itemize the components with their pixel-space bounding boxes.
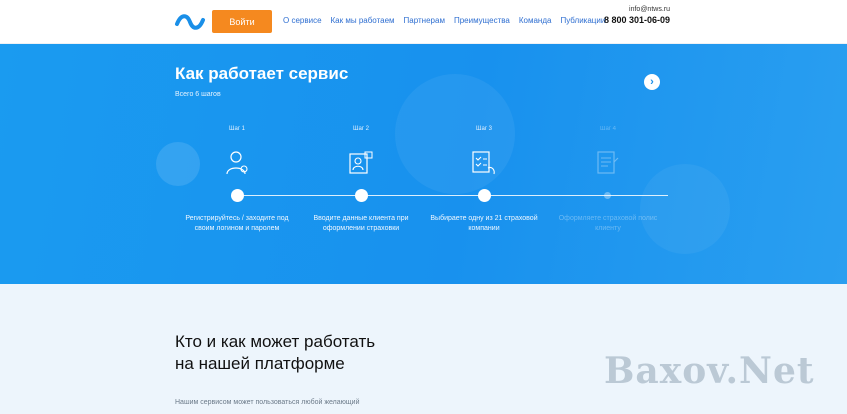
contact-block: info@ntws.ru 8 800 301-06-09 [602, 6, 670, 25]
section-subtitle: Всего 6 шагов [175, 91, 221, 98]
section-description: Нашим сервисом может пользоваться любой … [175, 399, 360, 406]
nav-item-team[interactable]: Команда [519, 16, 552, 25]
step-4-label: Шаг 4 [599, 126, 617, 132]
section-heading: Кто и как может работать на нашей платфо… [175, 331, 375, 375]
step-2-text: Вводите данные клиента при оформлении ст… [313, 215, 409, 232]
heading-line-2: на нашей платформе [175, 354, 345, 373]
nav-item-advantages[interactable]: Преимущества [454, 16, 510, 25]
section-title: Как работает сервис [175, 64, 349, 83]
nav-item-about[interactable]: О сервисе [283, 16, 322, 25]
step-1-label: Шаг 1 [228, 126, 246, 132]
user-icon [226, 151, 248, 175]
heading-line-1: Кто и как может работать [175, 332, 376, 351]
login-button[interactable]: Войти [212, 10, 272, 33]
step-3-dot[interactable] [478, 189, 491, 202]
next-arrow-button[interactable]: › [644, 74, 660, 90]
document-icon [597, 151, 619, 174]
step-3-label: Шаг 3 [475, 126, 493, 132]
step-4-text: Оформляете страховой полис клиенту [558, 215, 658, 232]
checklist-icon [472, 151, 495, 175]
nav-item-how-we-work[interactable]: Как мы работаем [331, 16, 395, 25]
step-2-label: Шаг 2 [352, 126, 370, 132]
step-1-text: Регистрируйтесь / заходите под своим лог… [185, 215, 289, 232]
watermark: Baxov.Net [604, 350, 815, 392]
step-1-dot[interactable] [231, 189, 244, 202]
nav-item-publications[interactable]: Публикации [560, 16, 605, 25]
main-nav: О сервисе Как мы работаем Партнерам Преи… [283, 16, 614, 25]
logo-icon[interactable] [174, 10, 206, 34]
email-link[interactable]: info@ntws.ru [602, 6, 670, 13]
step-2-dot[interactable] [355, 189, 368, 202]
who-can-work-section: Кто и как может работать на нашей платфо… [0, 284, 847, 414]
site-header: Войти О сервисе Как мы работаем Партнера… [0, 0, 847, 44]
decor-circle [395, 74, 515, 194]
decor-circle [156, 142, 200, 186]
how-it-works-section: Как работает сервис Всего 6 шагов › Шаг … [0, 44, 847, 284]
nav-item-partners[interactable]: Партнерам [404, 16, 445, 25]
decor-circle [640, 164, 730, 254]
step-4-dot[interactable] [604, 192, 611, 199]
id-card-icon [349, 151, 373, 174]
phone-link[interactable]: 8 800 301-06-09 [602, 15, 670, 25]
step-3-text: Выбираете одну из 21 страховой компании [430, 215, 538, 232]
